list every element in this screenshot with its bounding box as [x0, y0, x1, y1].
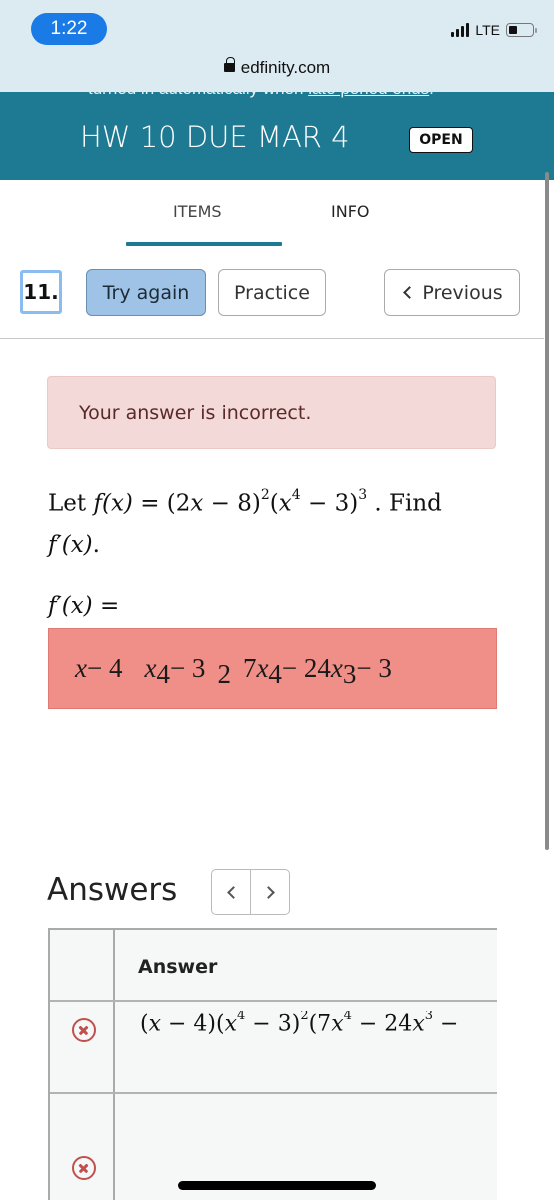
item-number[interactable]: 11. — [20, 270, 62, 314]
question-text: Let f(x) = (2x − 8)2(x4 − 3)3 . Find — [48, 487, 442, 517]
assignment-title: HW 10 DUE MAR 4 — [80, 120, 350, 154]
answers-next-button[interactable] — [250, 870, 289, 914]
home-indicator[interactable] — [178, 1181, 376, 1190]
battery-icon — [506, 23, 537, 37]
answer-input[interactable]: x − 4 x4 − 3 2 7x4 − 24 x 3 − 3 — [48, 628, 497, 709]
page-scrollbar[interactable] — [545, 172, 549, 850]
status-badge: OPEN — [409, 127, 473, 153]
network-label: LTE — [475, 22, 500, 38]
answers-prev-button[interactable] — [212, 870, 250, 914]
address-bar[interactable]: edfinity.com — [0, 57, 554, 78]
divider — [0, 338, 544, 339]
tab-bar: ITEMS INFO — [0, 180, 544, 250]
signal-icon — [451, 23, 470, 37]
chevron-left-icon — [403, 286, 417, 299]
column-header-answer: Answer — [138, 956, 218, 978]
late-notice-text: turned in automatically when late period… — [88, 92, 434, 99]
question-text-line2: f′(x). — [48, 532, 100, 558]
lock-icon — [223, 57, 235, 74]
url-text: edfinity.com — [240, 58, 331, 77]
active-tab-indicator — [126, 242, 282, 246]
status-time: 1:22 — [31, 13, 107, 45]
answers-table: Answer (x − 4)(x4 − 3)2(7x4 − 24x3 − — [48, 928, 497, 1200]
chevron-left-icon — [226, 885, 240, 899]
previous-button[interactable]: Previous — [384, 269, 520, 316]
tab-info[interactable]: INFO — [331, 202, 369, 221]
browser-top-bar: 1:22 LTE edfinity.com — [0, 0, 554, 92]
late-period-link[interactable]: late period ends — [308, 92, 429, 98]
incorrect-icon — [72, 1156, 96, 1180]
answers-heading: Answers — [47, 872, 178, 908]
chevron-right-icon — [261, 885, 275, 899]
incorrect-alert: Your answer is incorrect. — [47, 376, 496, 449]
tab-items[interactable]: ITEMS — [173, 202, 222, 221]
answers-pager — [211, 869, 290, 915]
previous-label: Previous — [422, 281, 503, 304]
answer-prompt: f′(x) = — [48, 593, 120, 619]
status-indicators: LTE — [451, 22, 537, 38]
practice-button[interactable]: Practice — [218, 269, 326, 316]
answer-expression: (x − 4)(x4 − 3)2(7x4 − 24x3 − — [140, 1011, 459, 1037]
try-again-button[interactable]: Try again — [86, 269, 206, 316]
assignment-header: turned in automatically when late period… — [0, 92, 554, 180]
incorrect-icon — [72, 1018, 96, 1042]
